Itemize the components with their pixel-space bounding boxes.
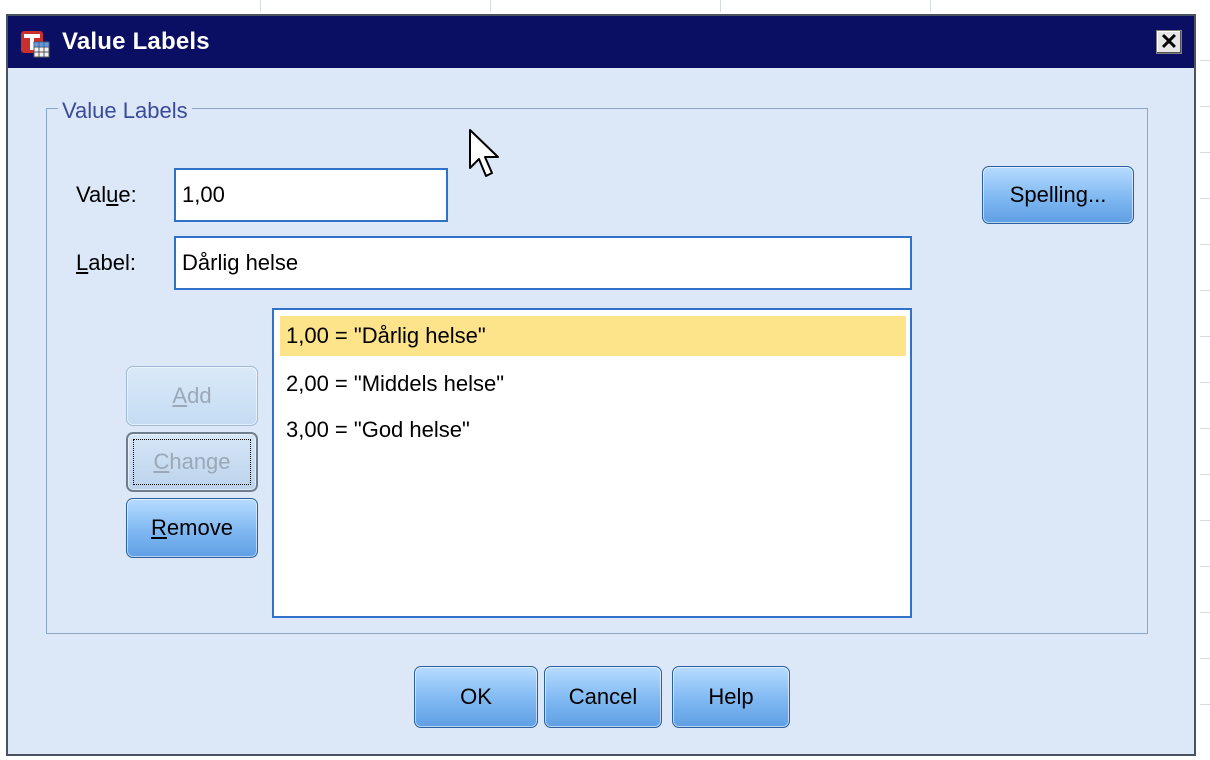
group-legend: Value Labels xyxy=(58,98,192,124)
close-icon: ✕ xyxy=(1159,29,1179,54)
help-button-label: Help xyxy=(708,684,754,709)
data-editor-icon xyxy=(21,31,50,58)
cancel-button-label: Cancel xyxy=(568,684,638,709)
close-button[interactable]: ✕ xyxy=(1156,30,1182,54)
dialog-title: Value Labels xyxy=(62,28,210,55)
list-item[interactable]: 3,00 = "God helse" xyxy=(280,410,906,450)
help-button[interactable]: Help xyxy=(672,666,790,728)
value-input-text: 1,00 xyxy=(182,182,225,207)
label-input-text: Dårlig helse xyxy=(182,250,299,275)
change-button[interactable]: Change xyxy=(126,432,258,492)
list-item[interactable]: 2,00 = "Middels helse" xyxy=(280,364,906,404)
ok-button-label: OK xyxy=(460,684,492,709)
remove-button-label: Remove xyxy=(151,515,233,540)
focus-ring xyxy=(133,439,251,485)
label-input[interactable]: Dårlig helse xyxy=(174,236,912,290)
spelling-button[interactable]: Spelling... xyxy=(982,166,1134,224)
cancel-button[interactable]: Cancel xyxy=(544,666,662,728)
label-label: Label: xyxy=(76,250,136,275)
list-item[interactable]: 1,00 = "Dårlig helse" xyxy=(280,316,906,356)
value-labels-list[interactable]: 1,00 = "Dårlig helse" 2,00 = "Middels he… xyxy=(272,308,912,618)
ok-button[interactable]: OK xyxy=(414,666,538,728)
add-button[interactable]: Add xyxy=(126,366,258,426)
add-button-label: Add xyxy=(172,383,212,408)
value-label: Value: xyxy=(76,182,137,207)
mouse-cursor-icon xyxy=(469,129,499,177)
spelling-button-label: Spelling... xyxy=(1009,182,1107,207)
value-input[interactable]: 1,00 xyxy=(174,168,448,222)
title-bar[interactable]: Value Labels ✕ xyxy=(8,16,1194,68)
remove-button[interactable]: Remove xyxy=(126,498,258,558)
